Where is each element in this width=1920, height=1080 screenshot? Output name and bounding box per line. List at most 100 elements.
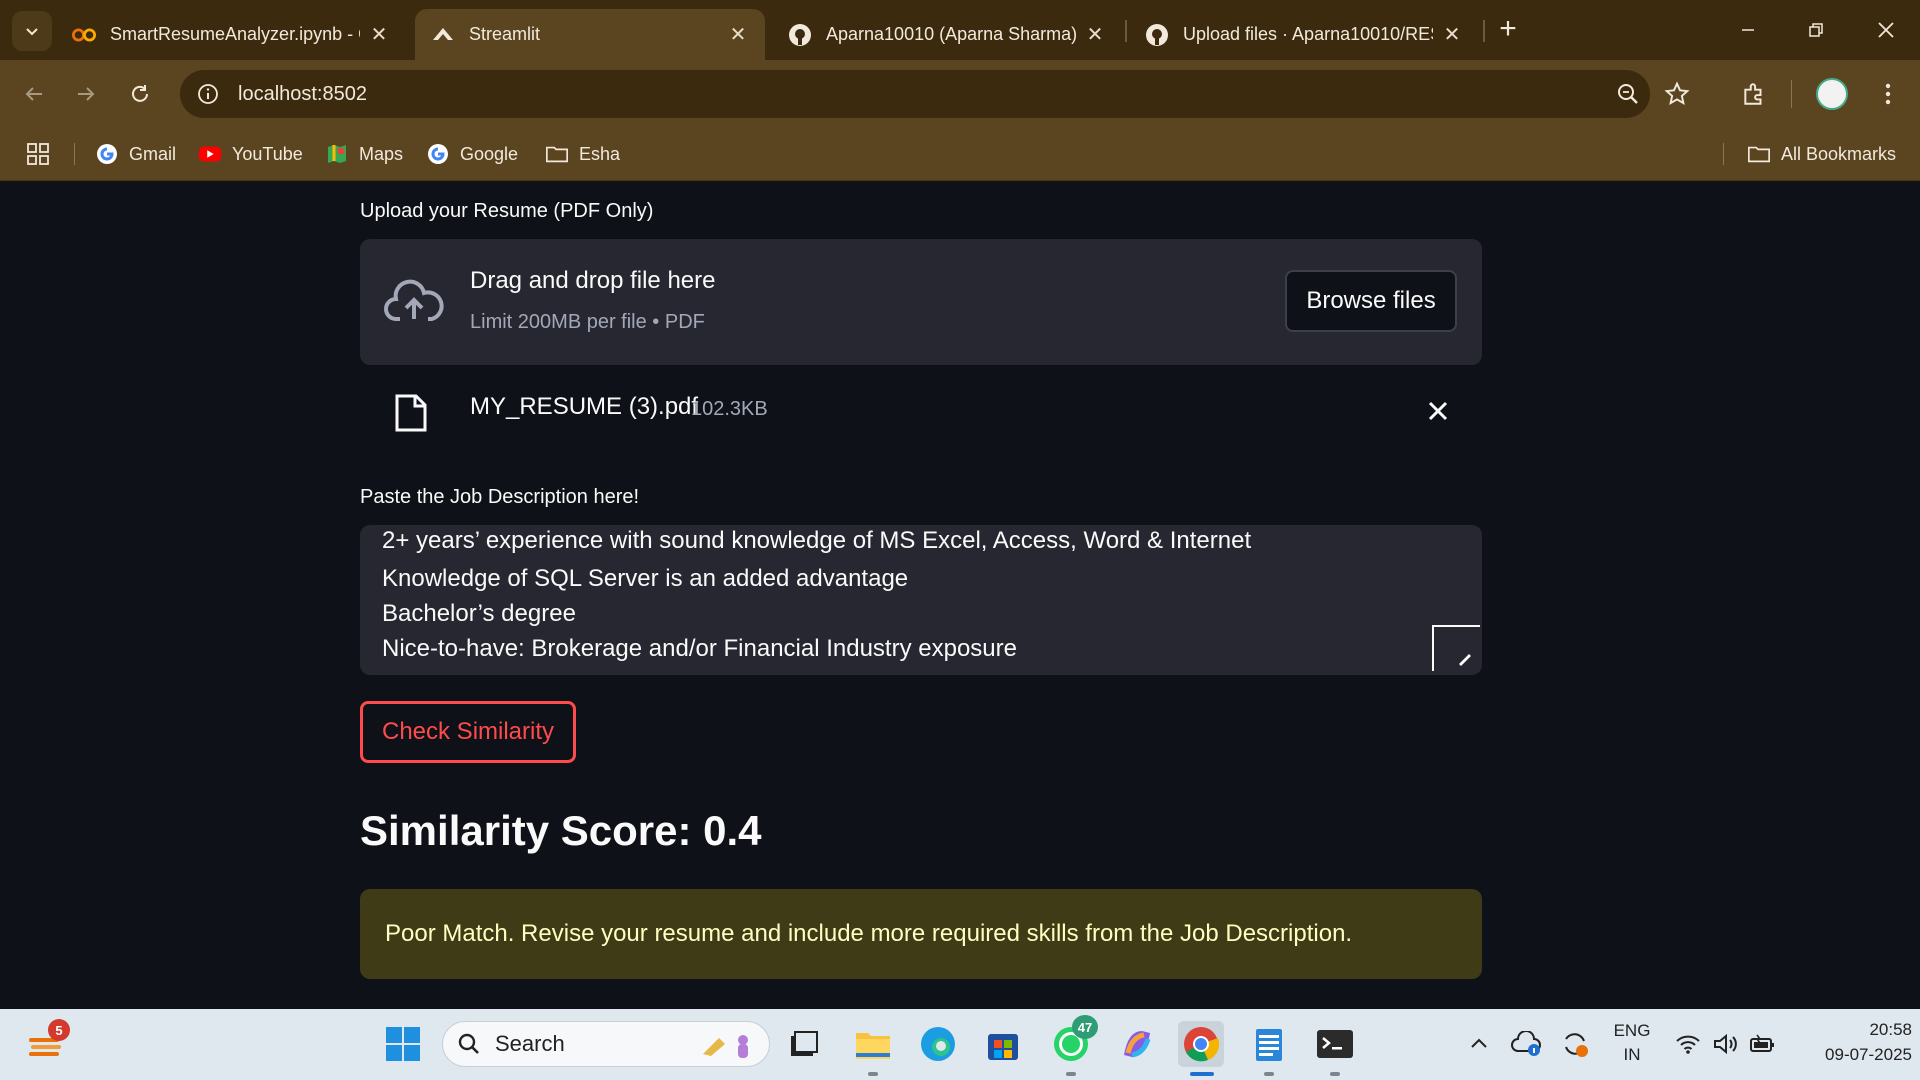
- tab-title: SmartResumeAnalyzer.ipynb - C: [110, 24, 360, 44]
- restore-button[interactable]: [1796, 12, 1836, 48]
- bookmark-google[interactable]: Google: [426, 127, 518, 181]
- bookmark-separator: [1723, 143, 1724, 165]
- bookmark-label: Gmail: [129, 143, 177, 164]
- terminal-icon: [1317, 1030, 1353, 1058]
- tab-github-upload[interactable]: Upload files · Aparna10010/RES ✕: [1129, 9, 1479, 60]
- task-view-button[interactable]: [780, 1021, 826, 1067]
- remove-file-button[interactable]: [1420, 393, 1456, 429]
- search-highlight-icon: [703, 1035, 748, 1058]
- folder-icon: [1747, 142, 1771, 166]
- tab-github-profile[interactable]: Aparna10010 (Aparna Sharma) ✕: [772, 9, 1122, 60]
- all-bookmarks-button[interactable]: All Bookmarks: [1747, 127, 1896, 181]
- close-icon[interactable]: ✕: [1441, 22, 1463, 47]
- sync-warning-icon: [1565, 1033, 1588, 1057]
- tab-search-button[interactable]: [12, 11, 52, 51]
- bookmark-star-icon[interactable]: [1661, 78, 1693, 110]
- windows-taskbar: 5 Search 47 ENG IN 20:58 09-07-2025: [0, 1009, 1920, 1080]
- minimize-button[interactable]: [1728, 12, 1768, 48]
- running-indicator: [1264, 1072, 1274, 1076]
- browse-files-button[interactable]: Browse files: [1285, 270, 1457, 332]
- close-icon: [1878, 22, 1894, 38]
- zoom-icon[interactable]: [1612, 78, 1644, 110]
- site-info-icon[interactable]: [194, 80, 222, 108]
- sync-status[interactable]: [1552, 1021, 1598, 1067]
- clock-time[interactable]: 20:58: [1780, 1020, 1912, 1040]
- input-language-bottom[interactable]: IN: [1600, 1045, 1664, 1065]
- toolbar-divider: [1791, 80, 1792, 108]
- edge-button[interactable]: [915, 1021, 961, 1067]
- running-indicator: [1066, 1072, 1076, 1076]
- notepad-button[interactable]: [1246, 1021, 1292, 1067]
- maps-icon: [325, 142, 349, 166]
- task-view-icon: [791, 1031, 818, 1056]
- onedrive-status[interactable]: [1503, 1021, 1549, 1067]
- new-tab-button[interactable]: +: [1490, 12, 1526, 48]
- file-dropzone[interactable]: Drag and drop file here Limit 200MB per …: [360, 239, 1482, 365]
- bookmark-youtube[interactable]: YouTube: [198, 127, 303, 181]
- tab-separator: [1483, 20, 1485, 42]
- minimize-icon: [1742, 29, 1754, 31]
- bookmark-label: Maps: [359, 143, 404, 164]
- url-text[interactable]: localhost:8502: [238, 83, 367, 106]
- textarea-line: 2+ years’ experience with sound knowledg…: [382, 527, 1252, 554]
- folder-icon: [545, 142, 569, 166]
- dropzone-title: Drag and drop file here: [470, 267, 716, 294]
- close-icon[interactable]: ✕: [1084, 22, 1106, 47]
- back-button[interactable]: [14, 74, 54, 114]
- bookmark-label: Google: [460, 143, 519, 164]
- store-icon: [988, 1034, 1018, 1060]
- bookmark-maps[interactable]: Maps: [325, 127, 403, 181]
- extensions-icon[interactable]: [1738, 78, 1770, 110]
- browser-toolbar: localhost:8502: [0, 60, 1920, 127]
- tab-title: Streamlit: [469, 24, 541, 44]
- start-button[interactable]: [380, 1021, 426, 1067]
- copilot-button[interactable]: [1114, 1021, 1160, 1067]
- tab-colab[interactable]: SmartResumeAnalyzer.ipynb - C ✕: [56, 9, 406, 60]
- chrome-button[interactable]: [1178, 1021, 1224, 1067]
- bookmark-label: Esha: [579, 143, 621, 164]
- weather-widget[interactable]: 5: [24, 1019, 70, 1067]
- tab-streamlit[interactable]: Streamlit ✕: [415, 9, 765, 60]
- input-language-top[interactable]: ENG: [1600, 1021, 1664, 1041]
- whatsapp-button[interactable]: 47: [1048, 1015, 1098, 1067]
- warning-alert: Poor Match. Revise your resume and inclu…: [360, 889, 1482, 979]
- menu-kebab-icon[interactable]: [1872, 78, 1904, 110]
- show-hidden-icons-button[interactable]: [1456, 1021, 1502, 1067]
- chevron-down-icon: [26, 28, 38, 36]
- close-icon[interactable]: ✕: [368, 22, 390, 47]
- volume-icon[interactable]: [1706, 1021, 1746, 1067]
- bookmark-folder-esha[interactable]: Esha: [545, 127, 620, 181]
- store-button[interactable]: [980, 1021, 1026, 1067]
- close-window-button[interactable]: [1866, 12, 1906, 48]
- tab-strip: SmartResumeAnalyzer.ipynb - C ✕ Streamli…: [0, 0, 1920, 60]
- reload-icon: [132, 85, 148, 102]
- address-bar[interactable]: localhost:8502: [180, 70, 1650, 118]
- bookmark-gmail[interactable]: Gmail: [95, 127, 176, 181]
- terminal-button[interactable]: [1312, 1021, 1358, 1067]
- cloud-upload-icon: [384, 279, 444, 321]
- tab-title: Aparna10010 (Aparna Sharma): [826, 24, 1076, 44]
- pencil-icon: [1459, 654, 1471, 666]
- resize-handle[interactable]: [1432, 625, 1480, 671]
- dropzone-subtitle: Limit 200MB per file • PDF: [470, 311, 705, 333]
- forward-button[interactable]: [66, 74, 106, 114]
- battery-icon[interactable]: [1742, 1021, 1782, 1067]
- google-icon: [95, 142, 119, 166]
- textarea-line: Bachelor’s degree: [382, 600, 576, 627]
- close-icon[interactable]: ✕: [727, 22, 749, 47]
- apps-grid-icon[interactable]: [26, 127, 50, 181]
- check-similarity-button[interactable]: Check Similarity: [360, 701, 576, 763]
- running-indicator: [868, 1072, 878, 1076]
- reload-button[interactable]: [120, 74, 160, 114]
- file-explorer-button[interactable]: [850, 1021, 896, 1067]
- job-description-textarea[interactable]: 2+ years’ experience with sound knowledg…: [360, 525, 1482, 675]
- edge-icon: [921, 1027, 955, 1061]
- profile-avatar[interactable]: [1816, 78, 1848, 110]
- wifi-icon[interactable]: [1668, 1021, 1708, 1067]
- search-icon: [458, 1033, 479, 1054]
- file-icon: [395, 394, 427, 432]
- streamlit-icon: [431, 23, 455, 47]
- clock-date[interactable]: 09-07-2025: [1780, 1045, 1912, 1065]
- taskbar-search[interactable]: Search: [442, 1021, 770, 1067]
- all-bookmarks-label: All Bookmarks: [1781, 143, 1897, 164]
